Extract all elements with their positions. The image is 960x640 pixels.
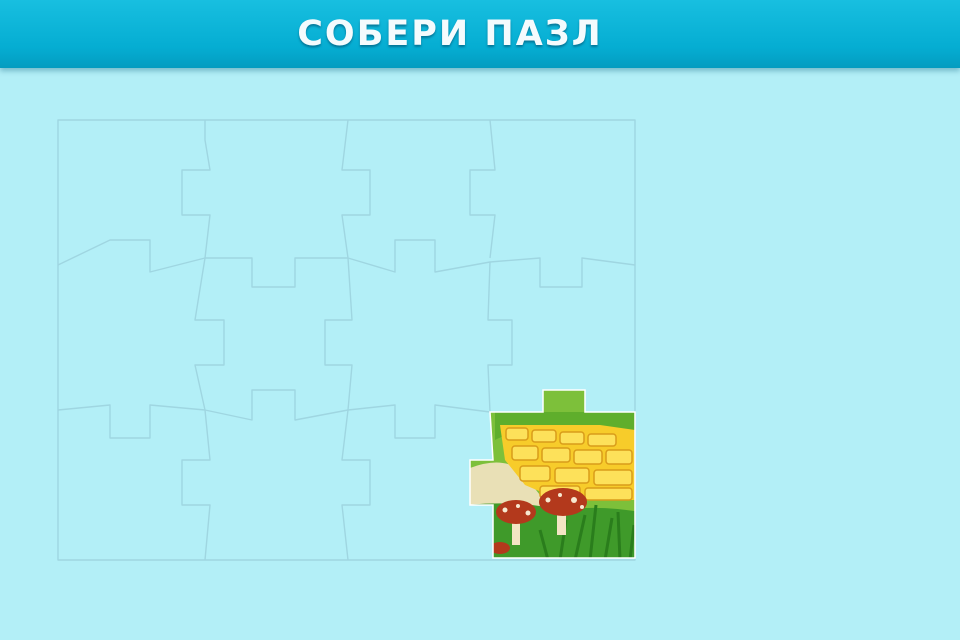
- puzzle-board: [57, 119, 636, 561]
